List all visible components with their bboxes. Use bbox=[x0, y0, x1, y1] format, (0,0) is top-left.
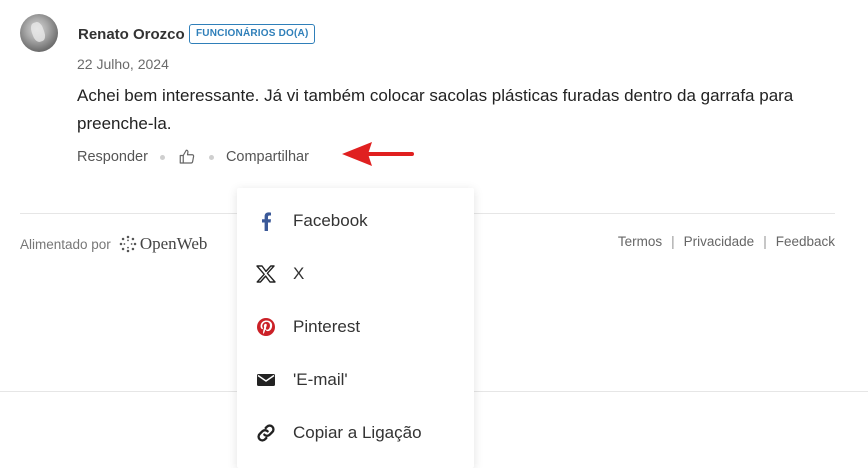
share-item-label: Copiar a Ligação bbox=[293, 422, 422, 442]
author-name[interactable]: Renato Orozco bbox=[78, 26, 185, 43]
reply-button[interactable]: Responder bbox=[77, 149, 148, 165]
feedback-link[interactable]: Feedback bbox=[776, 234, 835, 249]
footer-links: Termos | Privacidade | Feedback bbox=[618, 234, 835, 249]
like-button[interactable] bbox=[177, 147, 197, 167]
comment-date: 22 Julho, 2024 bbox=[77, 56, 169, 72]
share-menu: Facebook X Pinterest 'E-mail' Copiar a L… bbox=[237, 188, 474, 468]
separator-dot bbox=[159, 154, 165, 160]
link-separator: | bbox=[671, 234, 675, 249]
share-item-label: 'E-mail' bbox=[293, 369, 348, 389]
share-item-label: Pinterest bbox=[293, 316, 361, 336]
openweb-brand: OpenWeb bbox=[139, 234, 208, 253]
share-button[interactable]: Compartilhar bbox=[226, 149, 309, 165]
privacy-link[interactable]: Privacidade bbox=[684, 234, 755, 249]
link-icon bbox=[255, 422, 277, 444]
share-facebook[interactable]: Facebook bbox=[237, 194, 474, 247]
staff-badge: FUNCIONÁRIOS DO(A) bbox=[189, 24, 316, 44]
openweb-logo-icon bbox=[119, 235, 137, 253]
comment-text: Achei bem interessante. Já vi também col… bbox=[77, 86, 794, 133]
share-item-label: Facebook bbox=[293, 210, 368, 230]
openweb-logo[interactable]: OpenWeb bbox=[119, 234, 208, 254]
share-email[interactable]: 'E-mail' bbox=[237, 353, 474, 406]
email-icon bbox=[255, 369, 277, 391]
avatar[interactable] bbox=[20, 14, 58, 52]
powered-by: Alimentado por OpenWeb bbox=[20, 234, 207, 254]
comment-actions: Responder Compartilhar bbox=[77, 147, 309, 167]
annotation-arrow-icon bbox=[342, 142, 414, 166]
share-x[interactable]: X bbox=[237, 247, 474, 300]
share-pinterest[interactable]: Pinterest bbox=[237, 300, 474, 353]
link-separator: | bbox=[763, 234, 767, 249]
terms-link[interactable]: Termos bbox=[618, 234, 662, 249]
thumbs-up-icon bbox=[179, 149, 195, 164]
share-item-label: X bbox=[293, 263, 305, 283]
separator-dot bbox=[208, 154, 214, 160]
share-copy-link[interactable]: Copiar a Ligação bbox=[237, 406, 474, 459]
x-icon bbox=[255, 263, 277, 285]
facebook-icon bbox=[255, 210, 277, 232]
powered-by-label: Alimentado por bbox=[20, 236, 111, 252]
pinterest-icon bbox=[255, 316, 277, 338]
